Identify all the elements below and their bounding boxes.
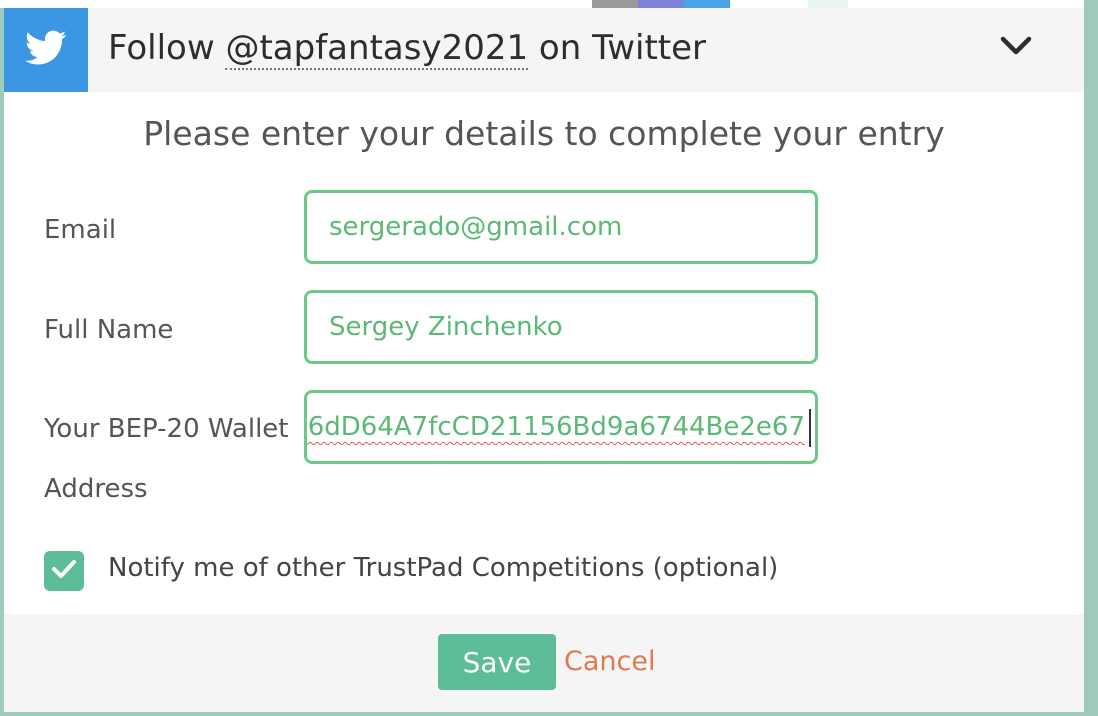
wallet-address-value: 36dD64A7fcCD21156Bd9a6744Be2e67 xyxy=(304,412,805,442)
form-subtitle: Please enter your details to complete yo… xyxy=(143,114,945,153)
background-strip xyxy=(0,0,1098,8)
twitter-follow-header[interactable]: Follow @tapfantasy2021 on Twitter xyxy=(4,8,1084,92)
notify-checkbox[interactable] xyxy=(44,551,84,591)
background-segment xyxy=(684,0,730,8)
header-prefix: Follow xyxy=(108,28,215,68)
email-field[interactable]: sergerado@gmail.com xyxy=(304,190,818,264)
background-edge xyxy=(1084,0,1098,716)
background-segment xyxy=(592,0,638,8)
header-suffix: on Twitter xyxy=(538,28,707,68)
cancel-link[interactable]: Cancel xyxy=(564,646,655,677)
text-caret xyxy=(809,409,811,447)
full-name-label: Full Name xyxy=(44,315,174,345)
form-footer: Save Cancel xyxy=(4,614,1084,712)
checkmark-icon xyxy=(51,559,77,583)
twitter-handle-link[interactable]: @tapfantasy2021 xyxy=(225,28,529,70)
twitter-badge xyxy=(4,8,88,92)
email-label: Email xyxy=(44,215,117,245)
wallet-label-line1: Your BEP-20 Wallet xyxy=(44,414,289,444)
full-name-field[interactable]: Sergey Zinchenko xyxy=(304,290,818,364)
wallet-address-field[interactable]: 36dD64A7fcCD21156Bd9a6744Be2e67 xyxy=(304,390,818,464)
background-segment xyxy=(808,0,848,8)
header-title: Follow @tapfantasy2021 on Twitter xyxy=(108,28,707,70)
twitter-bird-icon xyxy=(25,30,67,70)
chevron-down-icon[interactable] xyxy=(999,34,1033,62)
entry-panel: Follow @tapfantasy2021 on Twitter Please… xyxy=(4,8,1084,712)
save-button[interactable]: Save xyxy=(438,634,556,690)
background-segment xyxy=(638,0,684,8)
notify-label: Notify me of other TrustPad Competitions… xyxy=(108,553,779,583)
wallet-label-line2: Address xyxy=(44,474,148,504)
